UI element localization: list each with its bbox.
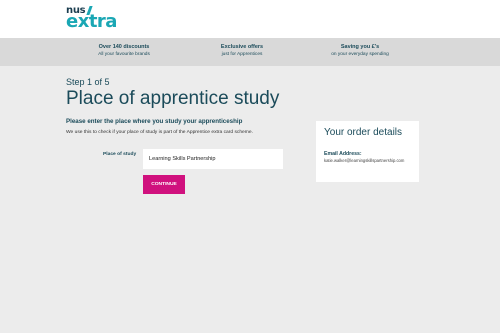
- continue-button[interactable]: CONTINUE: [143, 175, 185, 194]
- email-address-label: Email Address:: [324, 151, 362, 157]
- benefit-subtitle: on your everyday spending: [331, 52, 389, 57]
- logo-extra-text: extra: [66, 11, 117, 32]
- benefit-title: Saving you £'s: [340, 44, 380, 50]
- site-header: nus extra: [0, 0, 500, 38]
- benefit-savings: Saving you £'s on your everyday spending: [300, 43, 420, 58]
- benefit-subtitle: just for Apprentices: [221, 52, 263, 57]
- benefit-subtitle: All your favourite brands: [98, 52, 150, 57]
- benefit-discounts: Over 140 discounts All your favourite br…: [64, 43, 184, 58]
- benefit-exclusive-offers: Exclusive offers just for Apprentices: [182, 43, 302, 58]
- page-title: Place of apprentice study: [66, 88, 280, 109]
- step-indicator: Step 1 of 5: [66, 77, 110, 87]
- place-of-study-input[interactable]: [143, 149, 283, 169]
- form-description: We use this to check if your place of st…: [66, 130, 253, 135]
- benefit-title: Over 140 discounts: [98, 44, 150, 50]
- place-of-study-label: Place of study: [103, 152, 137, 157]
- order-details-heading: Your order details: [324, 127, 403, 138]
- benefits-bar: Over 140 discounts All your favourite br…: [0, 38, 500, 66]
- form-subheading: Please enter the place where you study y…: [66, 118, 243, 125]
- order-details-panel: Your order details Email Address: katie.…: [316, 121, 419, 182]
- benefit-title: Exclusive offers: [220, 44, 264, 50]
- nus-extra-logo[interactable]: nus extra: [66, 5, 118, 33]
- email-address-value: katie.walker@learningskillspartnership.c…: [324, 158, 405, 163]
